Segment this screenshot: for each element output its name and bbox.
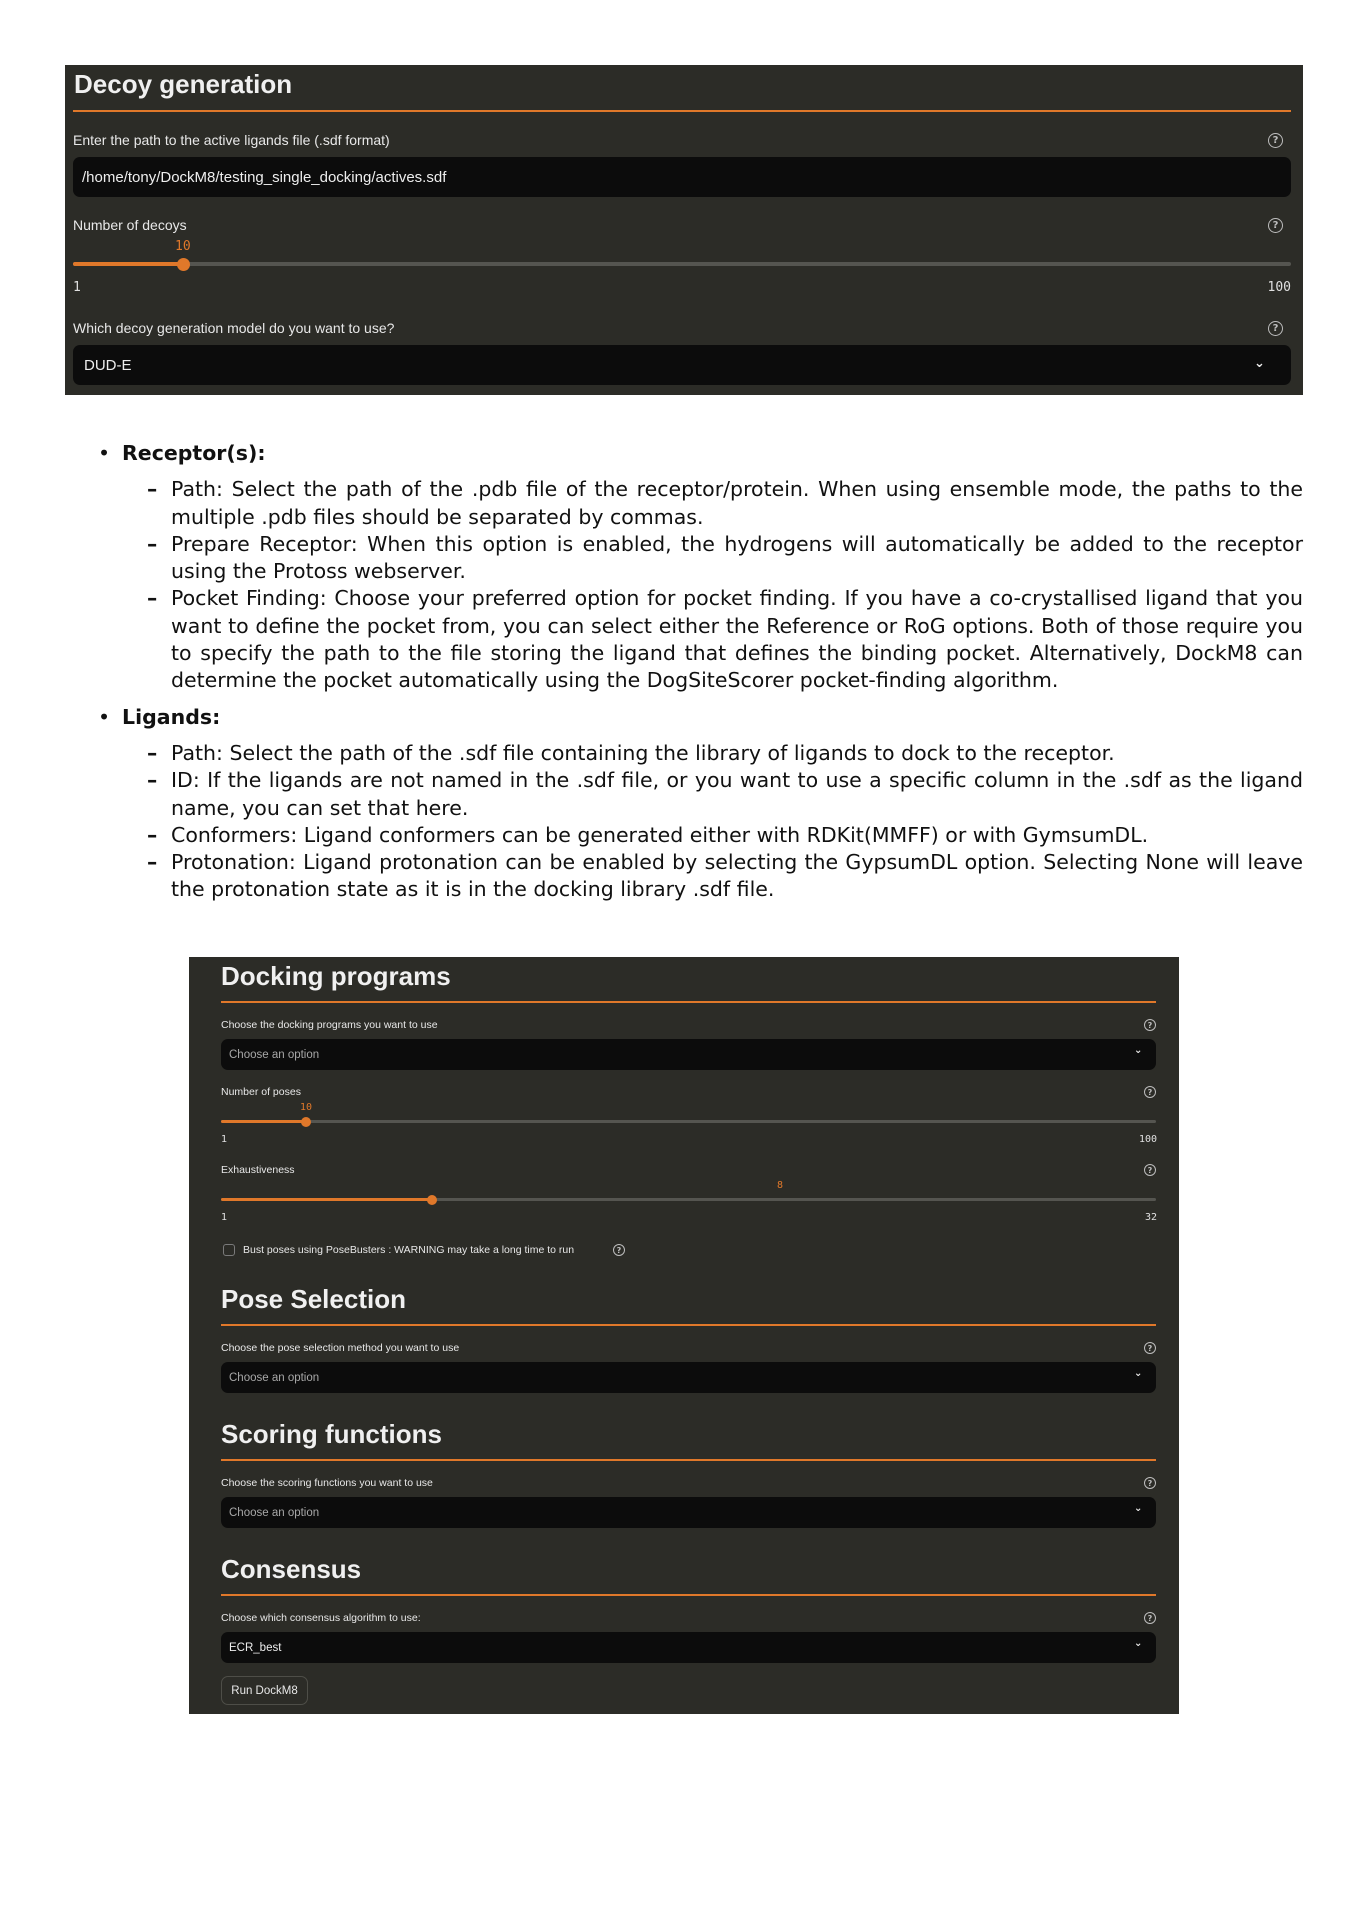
chevron-down-icon[interactable]: ⌄ — [1134, 1638, 1142, 1649]
decoy-model-select[interactable]: DUD-E — [73, 345, 1291, 385]
num-decoys-min: 1 — [73, 280, 81, 295]
bust-poses-label: Bust poses using PoseBusters : WARNING m… — [243, 1244, 575, 1256]
list-item: – Conformers: Ligand conformers can be ge… — [147, 822, 1149, 847]
exhaustiveness-value: 8 — [777, 1180, 784, 1191]
programs-label: Choose the docking programs you want to … — [221, 1019, 438, 1031]
poses-slider-thumb[interactable] — [301, 1116, 311, 1127]
decoy-model-label: Which decoy generation model do you want… — [73, 320, 395, 336]
list-item: – Path: Select the path of the .sdf file … — [147, 740, 1115, 765]
decoy-generation-panel: Decoy generation Enter the path to the a… — [65, 65, 1303, 395]
scoring-title: Scoring functions — [221, 1419, 442, 1449]
poses-slider-fill — [221, 1120, 306, 1123]
receptor-section: • Receptor(s): – Path: Select the path of… — [98, 440, 1303, 695]
num-decoys-slider-thumb[interactable] — [177, 257, 191, 271]
chevron-down-icon[interactable]: ⌄ — [1134, 1503, 1142, 1514]
help-icon[interactable]: ? — [1268, 133, 1283, 148]
docking-settings-panel: Docking programs Choose the docking prog… — [189, 957, 1179, 1714]
num-decoys-slider-fill — [73, 262, 184, 266]
pose-selection-label: Choose the pose selection method you wan… — [221, 1342, 460, 1354]
bullet: • — [98, 704, 111, 729]
scoring-label: Choose the scoring functions you want to… — [221, 1477, 433, 1489]
scoring-functions-select[interactable]: Choose an option — [221, 1497, 1156, 1528]
poses-slider-track[interactable] — [221, 1120, 1156, 1123]
exhaustiveness-label: Exhaustiveness — [221, 1164, 295, 1176]
help-icon[interactable]: ? — [1144, 1342, 1156, 1354]
ligands-heading: Ligands: — [122, 704, 221, 729]
list-item: – ID: If the ligands are not named in the… — [147, 768, 1303, 820]
exhaustiveness-slider-thumb[interactable] — [427, 1194, 438, 1205]
help-icon[interactable]: ? — [1144, 1612, 1156, 1624]
scoring-divider — [221, 1459, 1156, 1461]
decoy-title: Decoy generation — [74, 69, 293, 99]
list-item: – Path: Select the path of the .pdb file … — [147, 477, 1303, 529]
help-icon[interactable]: ? — [1268, 218, 1283, 233]
list-item: – Protonation: Ligand protonation can be … — [147, 850, 1303, 902]
poses-min: 1 — [221, 1134, 228, 1145]
exhaustiveness-max: 32 — [1144, 1212, 1157, 1223]
pose-selection-title: Pose Selection — [221, 1284, 406, 1314]
run-dockm8-button[interactable]: Run DockM8 — [221, 1676, 308, 1705]
docking-programs-select[interactable]: Choose an option — [221, 1039, 1156, 1070]
ligands-section: • Ligands: – Path: Select the path of the… — [98, 704, 1303, 904]
exhaustiveness-slider-fill — [221, 1198, 433, 1201]
actives-label: Enter the path to the active ligands fil… — [73, 132, 390, 148]
chevron-down-icon[interactable]: ⌄ — [1134, 1045, 1142, 1056]
bullet: • — [98, 441, 111, 465]
documentation-text: • Receptor(s): – Path: Select the path of… — [98, 440, 1303, 913]
consensus-label: Choose which consensus algorithm to use: — [221, 1612, 421, 1624]
consensus-select[interactable]: ECR_best — [221, 1632, 1156, 1663]
list-item: – Prepare Receptor: When this option is e… — [147, 531, 1303, 584]
help-icon[interactable]: ? — [1144, 1086, 1156, 1098]
poses-label: Number of poses — [221, 1086, 301, 1098]
consensus-divider — [221, 1594, 1156, 1596]
help-icon[interactable]: ? — [1144, 1019, 1156, 1031]
num-decoys-slider-track[interactable] — [73, 262, 1291, 266]
bust-poses-checkbox[interactable] — [223, 1244, 235, 1256]
pose-selection-divider — [221, 1324, 1156, 1326]
list-item: – Pocket Finding: Choose your preferred o… — [147, 586, 1303, 693]
pose-selection-select[interactable]: Choose an option — [221, 1362, 1156, 1393]
num-decoys-label: Number of decoys — [73, 217, 187, 233]
consensus-title: Consensus — [221, 1554, 362, 1584]
actives-path-input[interactable]: /home/tony/DockM8/testing_single_docking… — [73, 157, 1291, 197]
exhaustiveness-min: 1 — [221, 1212, 228, 1223]
help-icon[interactable]: ? — [1144, 1164, 1156, 1176]
poses-max: 100 — [1138, 1134, 1157, 1145]
poses-value: 10 — [300, 1102, 313, 1113]
docking-title-divider — [221, 1001, 1156, 1003]
chevron-down-icon[interactable]: ⌄ — [1134, 1368, 1142, 1379]
num-decoys-value: 10 — [175, 239, 191, 254]
chevron-down-icon[interactable]: ⌄ — [1254, 356, 1265, 371]
help-icon[interactable]: ? — [1144, 1477, 1156, 1489]
help-icon[interactable]: ? — [613, 1244, 625, 1256]
num-decoys-max: 100 — [1267, 280, 1291, 295]
docking-title: Docking programs — [221, 961, 451, 991]
help-icon[interactable]: ? — [1268, 321, 1283, 336]
decoy-title-divider — [73, 110, 1291, 112]
receptor-heading: Receptor(s): — [122, 441, 266, 465]
